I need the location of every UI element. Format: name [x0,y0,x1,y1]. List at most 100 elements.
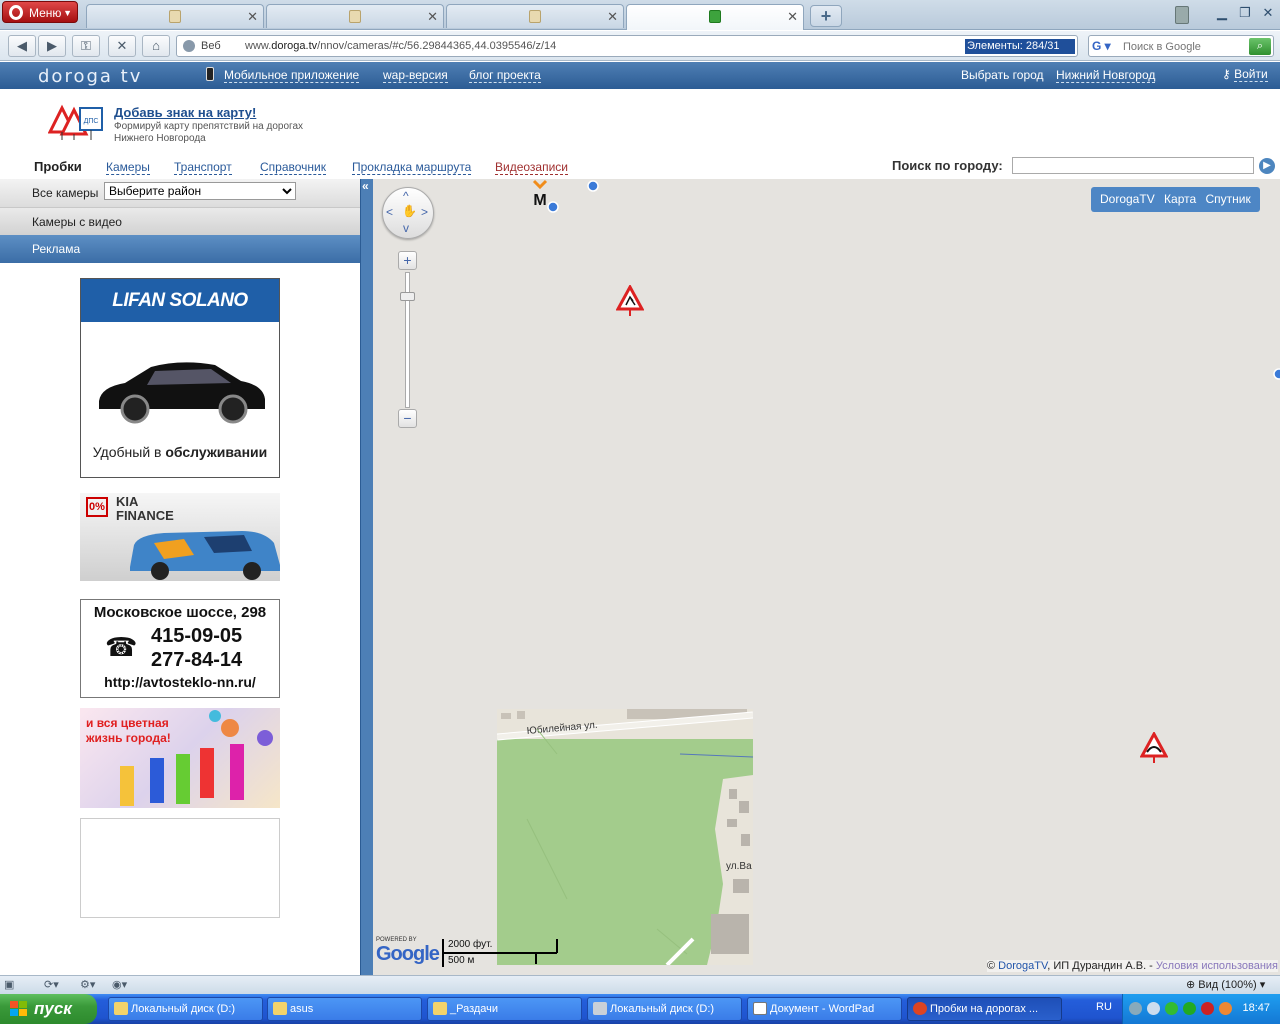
roadworks-sign-icon[interactable] [616,285,644,317]
back-button[interactable]: ◀ [8,35,36,57]
close-window-icon[interactable]: ✕ [1258,4,1278,22]
close-tab-icon[interactable]: ✕ [787,9,798,25]
antivirus-icon[interactable] [1201,1002,1214,1015]
camera-point-marker[interactable] [1273,368,1280,380]
pan-control[interactable]: ^ < > v ✋ [382,187,434,239]
kia-title-line-2: FINANCE [116,508,174,523]
scale-feet-label: 2000 фут. [448,939,493,950]
start-button[interactable]: пуск [0,994,97,1024]
close-tab-icon[interactable]: ✕ [247,9,258,25]
browser-tab-1[interactable]: ✕ [86,4,264,28]
search-box[interactable]: G ▾ ⌕ [1088,35,1274,57]
utorrent-icon[interactable] [1183,1002,1196,1015]
map-view[interactable]: Юбилейная ул. ул.Ва DorogaTV Карта Спутн… [373,179,1280,975]
taskbar-item-opera[interactable]: Пробки на дорогах ... [907,997,1062,1021]
elements-counter[interactable]: Элементы: 284/31 [965,39,1075,54]
new-tab-button[interactable]: + [810,5,842,27]
close-tab-icon[interactable]: ✕ [427,9,438,25]
camera-point-marker[interactable] [547,201,559,213]
search-input[interactable] [1123,39,1243,54]
cameras-with-video-item[interactable]: Камеры с видео [0,207,360,235]
hand-icon: ✋ [402,204,417,218]
wand-key-button[interactable]: ⚿ [72,35,100,57]
city-search-input[interactable] [1012,157,1254,174]
district-select[interactable]: Выберите район [104,182,296,200]
network-icon[interactable] [1147,1002,1160,1015]
browser-tab-2[interactable]: ✕ [266,4,444,28]
taskbar-item-local-disk-2[interactable]: Локальный диск (D:) [587,997,742,1021]
pan-left-icon[interactable]: < [386,205,393,219]
colorful-life-ad[interactable]: и вся цветная жизнь города! [80,708,280,808]
lifan-solano-ad[interactable]: LIFAN SOLANO Удобный в обслуживании [80,278,280,478]
metro-letter: М [533,192,546,209]
forward-button[interactable]: ▶ [38,35,66,57]
google-logo[interactable]: POWERED BY Google [375,937,440,971]
site-logo[interactable]: doroga tv [38,66,142,87]
camera-point-marker[interactable] [587,180,599,192]
pan-right-icon[interactable]: > [421,205,428,219]
taskbar-item-local-disk[interactable]: Локальный диск (D:) [108,997,263,1021]
zoom-in-button[interactable]: + [398,251,417,270]
avtosteklo-ad[interactable]: Московское шоссе, 298 ☎ 415-09-05 277-84… [80,599,280,698]
search-go-icon[interactable]: ⌕ [1249,38,1271,55]
add-sign-link[interactable]: Добавь знак на карту! [114,105,256,120]
sidebar-collapse-bar[interactable]: « [360,179,373,975]
map-type-dorogatv[interactable]: DorogaTV [1100,187,1155,212]
terms-of-use-link[interactable]: Условия использования [1156,960,1278,972]
all-cameras-row: Все камеры Выберите район [0,179,360,207]
zoom-slider-thumb[interactable] [400,292,415,301]
kia-finance-ad[interactable]: 0% KIA FINANCE [80,493,280,581]
folder-icon [433,1002,447,1015]
nav-cameras[interactable]: Камеры [106,160,150,175]
all-cameras-label[interactable]: Все камеры [32,186,98,200]
map-type-satellite[interactable]: Спутник [1206,187,1251,212]
address-url[interactable]: www.doroga.tv/nnov/cameras/#c/56.2984436… [245,40,556,52]
page-zoom-level[interactable]: ⊕ Вид (100%) ▾ [1186,978,1265,991]
settings-icon[interactable]: ◉▾ [112,978,138,992]
skype-icon[interactable] [1165,1002,1178,1015]
unite-icon[interactable]: ⚙▾ [80,978,106,992]
minimize-window-icon[interactable]: ▁ [1212,4,1232,22]
map-type-map[interactable]: Карта [1164,187,1196,212]
panel-toggle-icon[interactable]: ▣ [4,978,30,992]
taskbar-item-wordpad[interactable]: Документ - WordPad [747,997,902,1021]
icq-icon[interactable] [1219,1002,1232,1015]
pan-up-icon[interactable]: ^ [403,189,409,203]
nav-transport[interactable]: Транспорт [174,160,232,175]
nav-traffic[interactable]: Пробки [34,160,82,174]
project-blog-link[interactable]: блог проекта [469,68,541,83]
turbo-icon[interactable]: ⟳▾ [44,978,70,992]
zoom-level-label: Вид (100%) [1198,979,1257,991]
current-city-link[interactable]: Нижний Новгород [1056,68,1156,83]
nav-video-records[interactable]: Видеозаписи [495,160,569,175]
opera-menu-button[interactable]: Меню ▼ [2,1,78,23]
trash-icon[interactable] [1175,6,1189,24]
road-signs-icon[interactable]: ДПС [48,102,104,140]
mobile-app-link[interactable]: Мобильное приложение [224,68,360,83]
zoom-out-button[interactable]: − [398,409,417,428]
taskbar-item-label: Локальный диск (D:) [610,1003,715,1015]
nav-directory[interactable]: Справочник [260,160,326,175]
nav-route-planning[interactable]: Прокладка маршрута [352,160,472,175]
taskbar-item-asus[interactable]: asus [267,997,422,1021]
browser-tab-active[interactable]: ✕ [626,4,804,30]
stop-button[interactable]: ✕ [108,35,136,57]
taskbar-item-label: Локальный диск (D:) [131,1003,236,1015]
map-tile-graphics: Юбилейная ул. ул.Ва [497,709,753,965]
copyright-dorogatv-link[interactable]: DorogaTV [998,960,1047,972]
restore-window-icon[interactable]: ❐ [1235,4,1255,22]
taskbar-item-razdachi[interactable]: _Раздачи [427,997,582,1021]
road-bump-sign-icon[interactable] [1140,732,1168,764]
pan-down-icon[interactable]: v [403,221,409,235]
tray-arrow-icon[interactable] [1129,1002,1142,1015]
home-button[interactable]: ⌂ [142,35,170,57]
wap-version-link[interactable]: wap-версия [383,68,448,83]
city-search-go-icon[interactable]: ▶ [1259,158,1275,174]
login-link[interactable]: ⚷ Войти [1222,67,1268,82]
collapse-sidebar-icon[interactable]: « [362,179,369,193]
language-indicator[interactable]: RU [1096,1001,1112,1013]
browser-tab-3[interactable]: ✕ [446,4,624,28]
google-search-engine-icon[interactable]: G ▾ [1092,39,1118,54]
close-tab-icon[interactable]: ✕ [607,9,618,25]
address-bar[interactable]: Веб www.doroga.tv/nnov/cameras/#c/56.298… [176,35,1078,57]
